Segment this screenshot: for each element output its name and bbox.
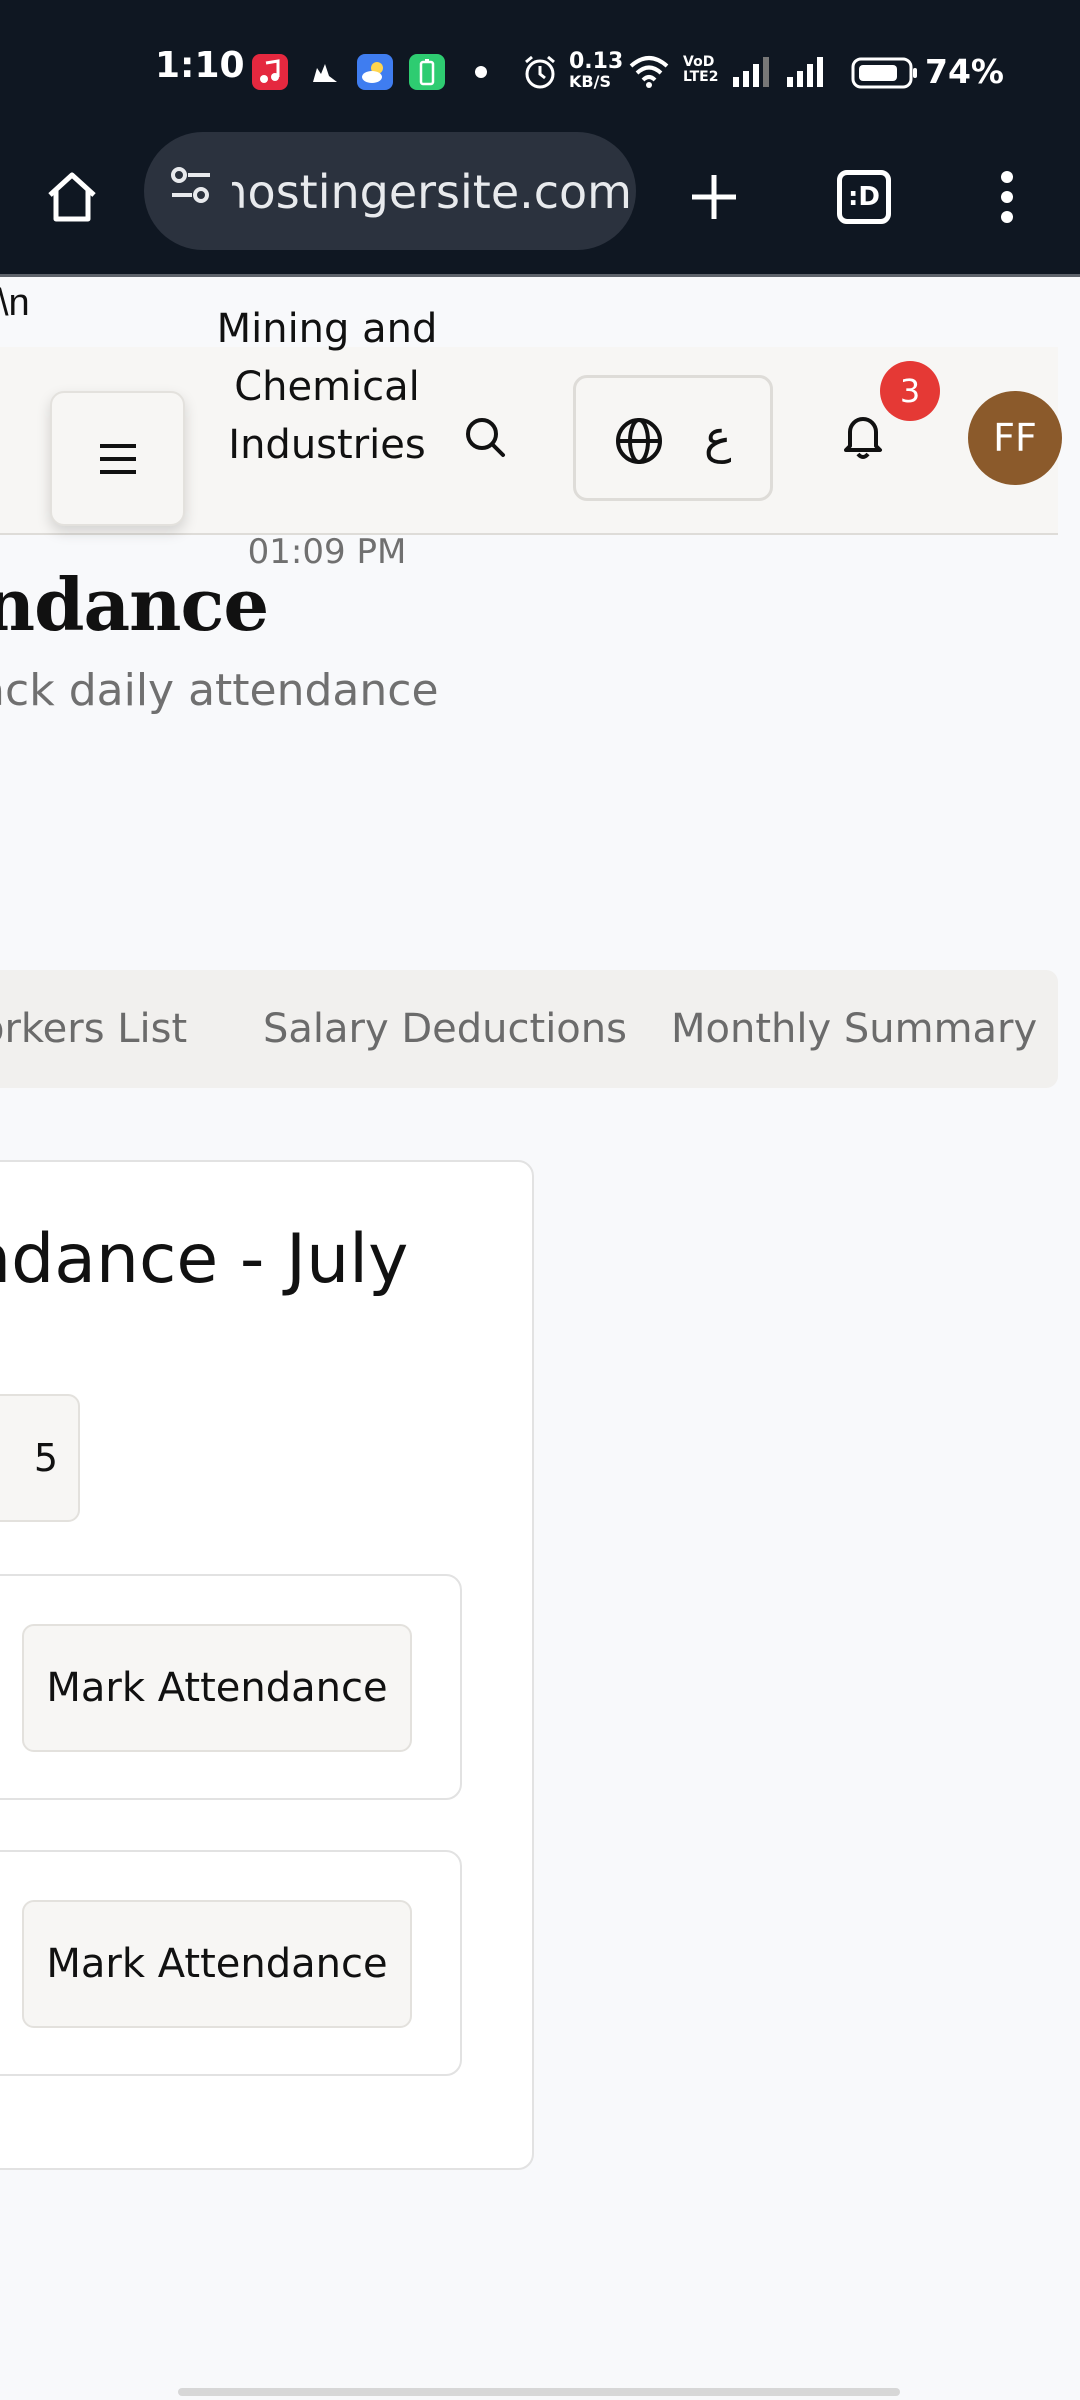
home-button[interactable] <box>30 155 114 239</box>
globe-icon <box>616 418 662 464</box>
signal-icon-2 <box>785 55 827 94</box>
notification-badge: 3 <box>880 361 940 421</box>
mark-attendance-button[interactable]: Mark Attendance <box>22 1900 412 2028</box>
search-icon <box>466 418 505 457</box>
network-speed-unit: KB/S <box>569 72 611 91</box>
web-page: \n Mining and Chemical Industries 01:09 … <box>0 280 1080 2400</box>
more-notifications-dot <box>475 66 487 78</box>
network-speed-value: 0.13 <box>569 49 624 74</box>
app-header: Mining and Chemical Industries 01:09 PM … <box>0 306 1062 572</box>
alarm-icon <box>521 53 559 96</box>
hamburger-menu-icon <box>99 443 136 474</box>
menu-button[interactable] <box>50 391 185 526</box>
tab-switcher-button[interactable]: :D <box>822 155 906 239</box>
language-button[interactable]: ع <box>573 375 773 501</box>
site-settings-icon[interactable] <box>166 162 216 217</box>
page-title: endance <box>0 562 269 647</box>
weather-app-icon <box>357 54 393 90</box>
mark-attendance-button[interactable]: Mark Attendance <box>22 1624 412 1752</box>
tab-switcher-label: :D <box>848 182 880 212</box>
home-icon <box>48 172 96 222</box>
notification-app-icon <box>307 54 343 90</box>
stray-text: \n <box>0 282 30 324</box>
attendance-card-title: ndance - July <box>0 1220 409 1299</box>
battery-icon <box>851 56 919 95</box>
gesture-bar <box>178 2388 900 2396</box>
tab-workers-list[interactable]: orkers List <box>0 970 187 1088</box>
notifications-button[interactable] <box>833 405 893 465</box>
more-menu-button[interactable] <box>965 155 1049 239</box>
network-speed: 0.13 KB/S <box>569 49 624 92</box>
date-value: 5 <box>33 1436 58 1480</box>
browser-toolbar: hostingersite.com :D <box>0 130 1080 277</box>
volte-indicator: VoD LTE2 <box>683 54 719 85</box>
header-time: 01:09 PM <box>247 532 407 572</box>
tab-salary-deductions[interactable]: Salary Deductions <box>263 970 627 1088</box>
bell-icon <box>844 417 882 459</box>
worker-row: Mark Attendance <box>0 1574 462 1800</box>
tab-monthly-summary[interactable]: Monthly Summary <box>671 970 1037 1088</box>
date-selector[interactable]: 5 <box>0 1394 80 1522</box>
organization-name: Mining and Chemical Industries <box>216 306 438 468</box>
status-bar: 1:10 0.13 KB/S VoD LTE2 74% <box>0 0 1080 130</box>
new-tab-icon <box>692 175 736 219</box>
language-label: ع <box>704 410 732 464</box>
music-app-icon <box>252 54 288 90</box>
signal-icon <box>731 55 773 94</box>
battery-saver-app-icon <box>409 54 445 90</box>
search-button[interactable] <box>455 407 515 467</box>
worker-row: Mark Attendance <box>0 1850 462 2076</box>
url-text: hostingersite.com <box>232 165 632 219</box>
status-time: 1:10 <box>155 45 245 86</box>
new-tab-button[interactable] <box>672 155 756 239</box>
tab-switcher-icon: :D <box>837 170 891 224</box>
attendance-card: ndance - July 5 Mark Attendance Mark Att… <box>0 1160 534 2170</box>
address-bar[interactable]: hostingersite.com <box>144 132 636 250</box>
tabs-bar: orkers List Salary Deductions Monthly Su… <box>0 970 1058 1088</box>
page-subtitle: rack daily attendance <box>0 665 439 716</box>
user-avatar[interactable]: FF <box>968 391 1062 485</box>
more-menu-icon <box>1001 171 1013 223</box>
battery-percent: 74% <box>925 52 1004 91</box>
wifi-icon <box>627 52 671 95</box>
